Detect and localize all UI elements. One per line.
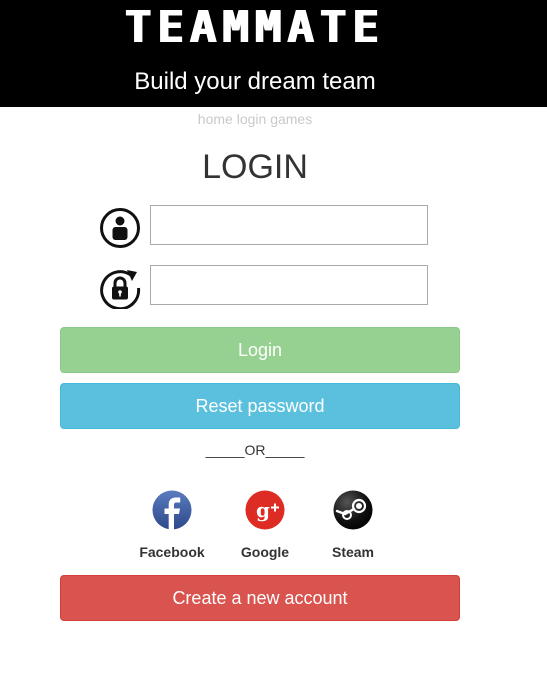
site-logo[interactable]: TEAMMATE [0, 4, 510, 52]
site-header: TEAMMATE Build your dream team [0, 0, 547, 107]
nav-link-home[interactable]: home [198, 111, 233, 127]
or-separator: _____OR_____ [205, 442, 305, 458]
username-input[interactable] [150, 205, 428, 245]
login-button[interactable]: Login [60, 327, 460, 373]
facebook-label: Facebook [139, 544, 205, 560]
main-nav: home login games [0, 110, 510, 128]
password-input[interactable] [150, 265, 428, 305]
nav-link-login[interactable]: login [237, 111, 267, 127]
page-title: LOGIN [202, 148, 308, 186]
svg-text:g: g [256, 498, 270, 522]
steam-label: Steam [331, 544, 375, 560]
steam-icon [333, 490, 373, 530]
create-account-button[interactable]: Create a new account [60, 575, 460, 621]
google-plus-icon: g [245, 490, 285, 530]
lock-reset-icon [100, 270, 141, 309]
site-tagline: Build your dream team [134, 68, 376, 95]
facebook-icon [152, 490, 192, 530]
user-icon [100, 208, 140, 248]
google-label: Google [240, 544, 290, 560]
google-login-button[interactable]: g Google [215, 490, 315, 561]
reset-password-button[interactable]: Reset password [60, 383, 460, 429]
nav-link-games[interactable]: games [270, 111, 312, 127]
steam-login-button[interactable]: Steam [303, 490, 403, 561]
facebook-login-button[interactable]: Facebook [122, 490, 222, 561]
